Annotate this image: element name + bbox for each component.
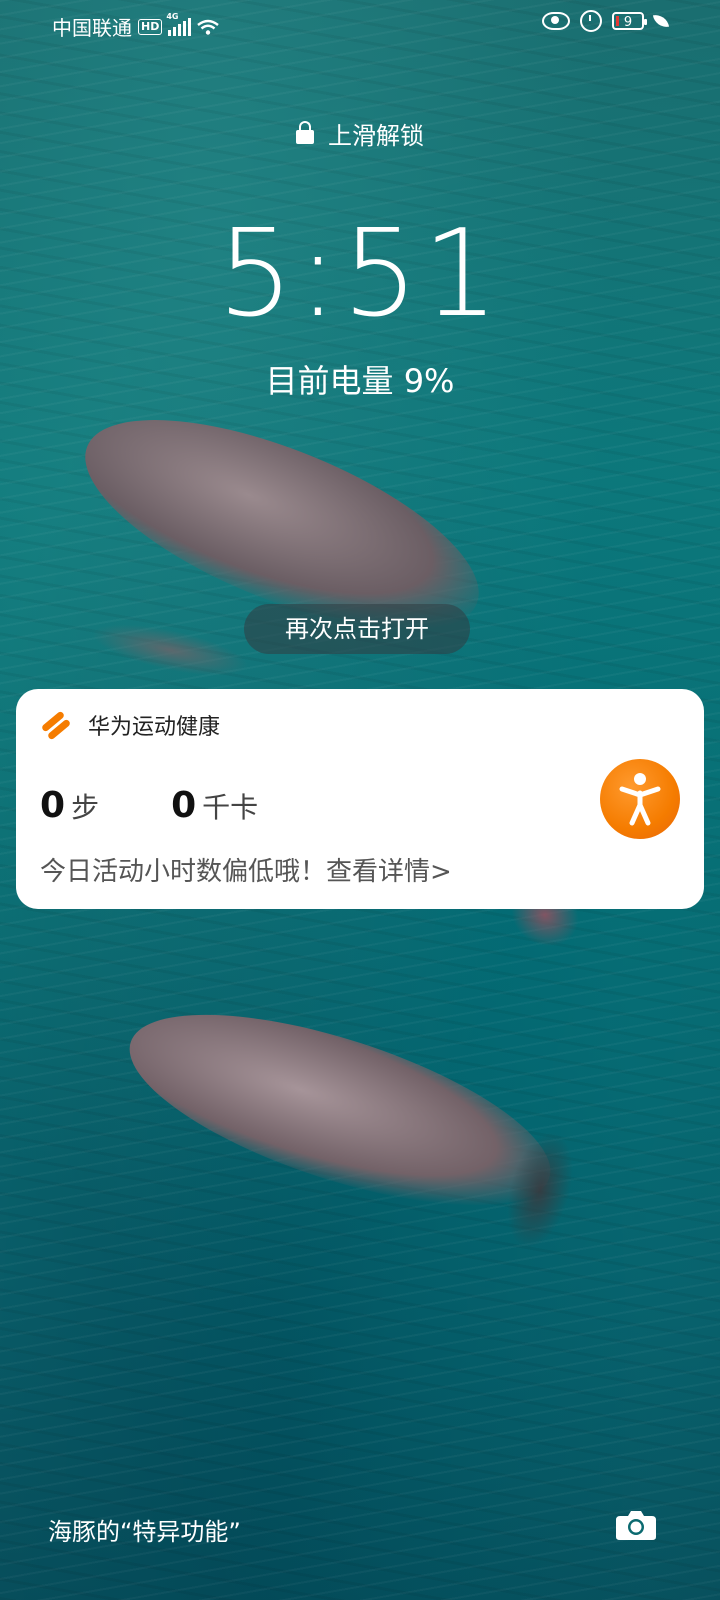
carrier-name: 中国联通 (52, 16, 132, 40)
battery-icon: 9 (612, 12, 647, 30)
signal-icon: 4G (166, 12, 192, 36)
status-bar: 中国联通 HD 4G 9 (0, 0, 720, 50)
calories-value: 0 (171, 785, 197, 826)
notification-app-name: 华为运动健康 (88, 715, 221, 740)
huawei-health-logo-icon (40, 710, 72, 741)
network-type: 4G (166, 11, 179, 21)
steps-unit: 步 (71, 791, 100, 824)
lock-icon (296, 120, 314, 144)
unlock-hint-text: 上滑解锁 (328, 122, 424, 150)
notification-header: 华为运动健康 (40, 709, 220, 741)
unlock-hint: 上滑解锁 (0, 116, 720, 151)
calories-unit: 千卡 (202, 791, 259, 824)
camera-icon[interactable] (614, 1508, 658, 1542)
health-notification-card[interactable]: 华为运动健康 0 步 0 千卡 今日活动小时数偏低哦！查看详情> (16, 689, 704, 909)
clock-time: 5:51 (217, 205, 503, 344)
wifi-icon (197, 19, 220, 35)
person-activity-icon (619, 773, 661, 826)
wallpaper-caption[interactable]: 海豚的“特异功能” (48, 1512, 241, 1547)
hd-icon: HD (138, 18, 163, 35)
power-saving-leaf-icon (652, 12, 670, 30)
activity-message[interactable]: 今日活动小时数偏低哦！查看详情> (40, 851, 452, 888)
tap-again-hint: 再次点击打开 (244, 604, 470, 654)
person-activity-button[interactable] (600, 759, 680, 839)
eye-comfort-icon (542, 12, 570, 30)
activity-stats: 0 步 0 千卡 (40, 785, 258, 826)
steps-value: 0 (40, 785, 66, 826)
battery-level: 9 (623, 15, 633, 30)
battery-status: 目前电量 9% (265, 362, 455, 400)
alarm-icon (580, 10, 602, 32)
